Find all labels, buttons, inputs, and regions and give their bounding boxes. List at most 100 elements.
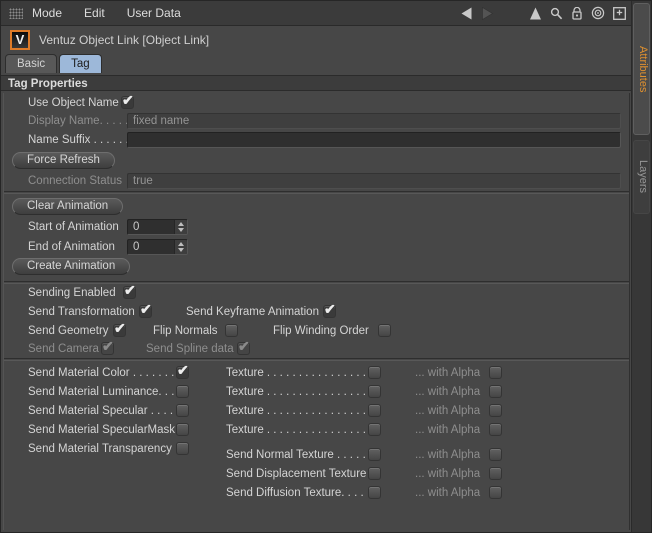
name-suffix-field[interactable]: [127, 132, 621, 148]
with-alpha-checkbox[interactable]: [489, 486, 502, 499]
send-transformation-checkbox[interactable]: ✔: [139, 305, 152, 318]
checkmark-icon: ✔: [177, 362, 189, 378]
with-alpha-checkbox[interactable]: [489, 404, 502, 417]
texture-label: Texture . . . . . . . . . . . . . . . . …: [226, 365, 372, 381]
checkmark-icon: ✔: [114, 320, 126, 336]
row-send-displacement-texture: Send Displacement Texture ... with Alpha: [1, 466, 632, 483]
menu-bar-icons: [459, 1, 626, 25]
texture-label: Texture . . . . . . . . . . . . . . . . …: [226, 422, 372, 438]
spinner-stepper[interactable]: [174, 240, 187, 254]
force-refresh-button[interactable]: Force Refresh: [12, 152, 115, 169]
tab-basic[interactable]: Basic: [5, 54, 57, 73]
page-title: Ventuz Object Link [Object Link]: [39, 33, 209, 47]
with-alpha-label: ... with Alpha: [415, 384, 480, 400]
texture-checkbox[interactable]: [368, 423, 381, 436]
send-normal-texture-checkbox[interactable]: [368, 448, 381, 461]
add-panel-icon[interactable]: [613, 7, 626, 20]
send-material-luminance-label: Send Material Luminance. . .: [28, 384, 174, 400]
send-material-specular-label: Send Material Specular . . . .: [28, 403, 173, 419]
back-arrow-icon[interactable]: [459, 7, 473, 20]
menu-mode[interactable]: Mode: [32, 6, 62, 20]
with-alpha-checkbox[interactable]: [489, 423, 502, 436]
tab-tag[interactable]: Tag: [59, 54, 102, 73]
forward-arrow-icon[interactable]: [481, 7, 495, 20]
lock-icon[interactable]: [571, 7, 583, 20]
row-display-name: Display Name. . . . .: [1, 113, 632, 130]
attribute-manager-window: Mode Edit User Data: [0, 0, 652, 533]
with-alpha-label: ... with Alpha: [415, 447, 480, 463]
ventuz-tag-icon: V: [10, 30, 30, 50]
with-alpha-label: ... with Alpha: [415, 466, 480, 482]
end-of-animation-spinner-field: [127, 239, 188, 255]
row-send-transformation: Send Transformation ✔ Send Keyframe Anim…: [1, 304, 632, 321]
use-object-name-checkbox[interactable]: ✔: [121, 96, 134, 109]
connection-status-field[interactable]: [127, 173, 621, 189]
start-of-animation-label: Start of Animation: [28, 219, 119, 235]
tab-row: Basic Tag: [5, 54, 102, 74]
flip-normals-checkbox[interactable]: [225, 324, 238, 337]
with-alpha-checkbox[interactable]: [489, 467, 502, 480]
search-icon[interactable]: [550, 7, 563, 20]
send-camera-checkbox[interactable]: ✔: [101, 342, 114, 355]
send-geometry-checkbox[interactable]: ✔: [113, 324, 126, 337]
row-name-suffix: Name Suffix . . . . . .: [1, 132, 632, 149]
send-displacement-texture-label: Send Displacement Texture: [226, 466, 366, 482]
with-alpha-checkbox[interactable]: [489, 448, 502, 461]
with-alpha-label: ... with Alpha: [415, 422, 480, 438]
spin-down-icon[interactable]: [178, 228, 184, 232]
spin-down-icon[interactable]: [178, 248, 184, 252]
connection-status-label: Connection Status: [28, 173, 122, 189]
display-name-field[interactable]: [127, 113, 621, 129]
row-send-normal-texture: Send Normal Texture . . . . . ... with A…: [1, 447, 632, 464]
flip-winding-order-label: Flip Winding Order: [273, 323, 369, 339]
texture-checkbox[interactable]: [368, 385, 381, 398]
row-send-material-luminance: Send Material Luminance. . . Texture . .…: [1, 384, 632, 401]
use-object-name-label: Use Object Name: [28, 95, 119, 111]
with-alpha-label: ... with Alpha: [415, 485, 480, 501]
texture-label: Texture . . . . . . . . . . . . . . . . …: [226, 384, 372, 400]
send-keyframe-animation-label: Send Keyframe Animation: [186, 304, 319, 320]
menu-user-data[interactable]: User Data: [127, 6, 181, 20]
side-tab-attributes[interactable]: Attributes: [633, 3, 650, 135]
row-sending-enabled: Sending Enabled ✔: [1, 285, 632, 302]
side-tab-layers[interactable]: Layers: [633, 140, 650, 214]
send-material-specular-checkbox[interactable]: [176, 404, 189, 417]
target-icon[interactable]: [591, 6, 605, 20]
with-alpha-checkbox[interactable]: [489, 366, 502, 379]
with-alpha-checkbox[interactable]: [489, 385, 502, 398]
send-material-luminance-checkbox[interactable]: [176, 385, 189, 398]
texture-checkbox[interactable]: [368, 404, 381, 417]
send-material-specularmask-label: Send Material SpecularMask: [28, 422, 175, 438]
flip-winding-order-checkbox[interactable]: [378, 324, 391, 337]
spin-up-icon[interactable]: [178, 242, 184, 246]
clear-animation-button[interactable]: Clear Animation: [12, 198, 123, 215]
row-connection-status: Connection Status: [1, 173, 632, 190]
send-geometry-label: Send Geometry: [28, 323, 109, 339]
checkmark-icon: ✔: [122, 92, 134, 108]
separator: [4, 191, 629, 194]
send-spline-data-label: Send Spline data: [146, 341, 234, 357]
send-displacement-texture-checkbox[interactable]: [368, 467, 381, 480]
row-start-of-animation: Start of Animation: [1, 219, 632, 236]
row-send-diffusion-texture: Send Diffusion Texture. . . . ... with A…: [1, 485, 632, 502]
row-use-object-name: Use Object Name ✔: [1, 95, 632, 112]
spin-up-icon[interactable]: [178, 222, 184, 226]
side-tab-strip: Attributes Layers: [631, 1, 651, 533]
title-row: V Ventuz Object Link [Object Link]: [1, 26, 632, 54]
flip-normals-label: Flip Normals: [153, 323, 218, 339]
spinner-stepper[interactable]: [174, 220, 187, 234]
send-spline-data-checkbox[interactable]: ✔: [237, 342, 250, 355]
row-send-material-specularmask: Send Material SpecularMask Texture . . .…: [1, 422, 632, 439]
up-arrow-icon[interactable]: [529, 7, 542, 20]
send-material-color-checkbox[interactable]: ✔: [176, 366, 189, 379]
menu-edit[interactable]: Edit: [84, 6, 105, 20]
sending-enabled-checkbox[interactable]: ✔: [123, 286, 136, 299]
texture-checkbox[interactable]: [368, 366, 381, 379]
grip-icon[interactable]: [9, 8, 23, 19]
send-diffusion-texture-checkbox[interactable]: [368, 486, 381, 499]
create-animation-button[interactable]: Create Animation: [12, 258, 130, 275]
texture-label: Texture . . . . . . . . . . . . . . . . …: [226, 403, 372, 419]
send-keyframe-animation-checkbox[interactable]: ✔: [323, 305, 336, 318]
checkmark-icon: ✔: [140, 301, 152, 317]
send-material-specularmask-checkbox[interactable]: [176, 423, 189, 436]
